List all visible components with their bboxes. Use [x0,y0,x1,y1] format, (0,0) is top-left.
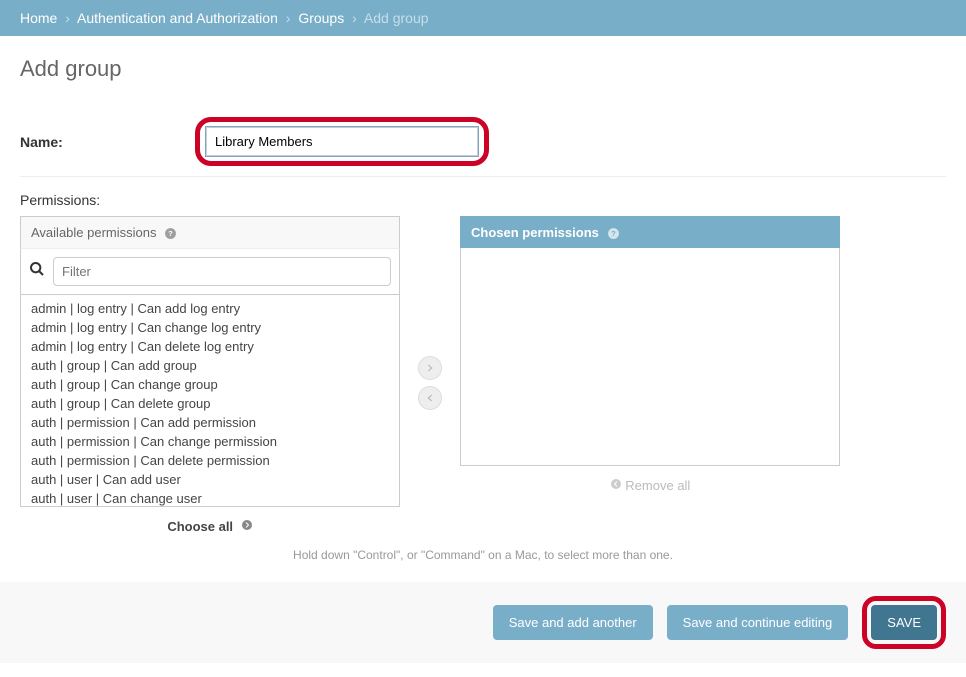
permissions-section: Permissions: Available permissions ? adm… [20,177,946,562]
chosen-permissions-list[interactable] [460,248,840,466]
filter-bar [20,248,400,295]
chevron-right-circle-icon [241,522,253,534]
breadcrumb-groups[interactable]: Groups [298,10,344,26]
add-permission-button[interactable] [418,356,442,380]
save-button[interactable]: SAVE [871,605,937,640]
permission-option[interactable]: auth | permission | Can change permissio… [21,432,399,451]
svg-text:?: ? [168,229,173,238]
name-label: Name: [20,134,195,150]
breadcrumb-separator: › [352,10,357,26]
permissions-selector: Available permissions ? admin | log entr… [20,216,946,534]
breadcrumb: Home › Authentication and Authorization … [0,0,966,36]
permission-option[interactable]: admin | log entry | Can change log entry [21,318,399,337]
choose-all-link[interactable]: Choose all [20,519,400,534]
chosen-column: Chosen permissions ? Remove all [460,216,840,493]
permission-option[interactable]: auth | user | Can change user [21,489,399,507]
remove-all-label: Remove all [625,478,690,493]
permission-option[interactable]: auth | user | Can add user [21,470,399,489]
permission-option[interactable]: admin | log entry | Can delete log entry [21,337,399,356]
help-icon[interactable]: ? [607,225,620,240]
permission-option[interactable]: auth | permission | Can add permission [21,413,399,432]
selector-help-text: Hold down "Control", or "Command" on a M… [20,548,946,562]
permission-option[interactable]: auth | group | Can change group [21,375,399,394]
svg-text:?: ? [611,229,616,238]
search-icon [29,261,45,282]
chosen-header-text: Chosen permissions [471,225,599,240]
remove-permission-button[interactable] [418,386,442,410]
breadcrumb-separator: › [286,10,291,26]
available-header: Available permissions ? [20,216,400,248]
permissions-label: Permissions: [20,192,946,208]
annotation-save-highlight: SAVE [862,596,946,649]
permission-option[interactable]: auth | group | Can add group [21,356,399,375]
selector-chooser [400,356,460,410]
breadcrumb-home[interactable]: Home [20,10,57,26]
permission-option[interactable]: auth | group | Can delete group [21,394,399,413]
permission-option[interactable]: admin | log entry | Can add log entry [21,299,399,318]
breadcrumb-current: Add group [364,10,429,26]
name-row: Name: [20,107,946,177]
remove-all-link[interactable]: Remove all [460,478,840,493]
available-header-text: Available permissions [31,225,157,240]
save-continue-button[interactable]: Save and continue editing [667,605,849,640]
page-title: Add group [20,56,946,82]
choose-all-label: Choose all [167,519,233,534]
breadcrumb-auth[interactable]: Authentication and Authorization [77,10,278,26]
chevron-left-circle-icon [610,478,626,493]
permission-option[interactable]: auth | permission | Can delete permissio… [21,451,399,470]
save-add-another-button[interactable]: Save and add another [493,605,653,640]
available-column: Available permissions ? admin | log entr… [20,216,400,534]
filter-input[interactable] [53,257,391,286]
help-icon[interactable]: ? [164,225,177,240]
submit-row: Save and add another Save and continue e… [0,582,966,663]
chosen-header: Chosen permissions ? [460,216,840,248]
name-input[interactable] [206,127,478,156]
annotation-name-highlight [195,117,489,166]
breadcrumb-separator: › [65,10,70,26]
available-permissions-list[interactable]: admin | log entry | Can add log entryadm… [20,295,400,507]
